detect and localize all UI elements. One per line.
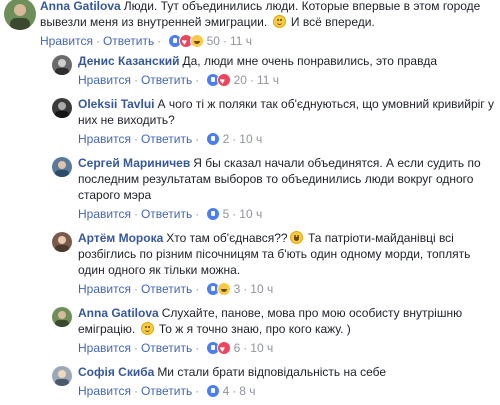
like-reaction-icon	[205, 384, 220, 398]
author-name[interactable]: Сергей Мариничев	[78, 156, 190, 170]
avatar[interactable]	[52, 366, 72, 386]
reply-button[interactable]: Ответить	[103, 34, 154, 48]
comment-body: Anna Gatilova Слухайте, панове, мова про …	[78, 305, 496, 357]
reply-comment: Сергей Мариничев Я бы сказал начали объед…	[52, 155, 496, 223]
smile-emoji-icon	[272, 15, 286, 28]
love-reaction-icon	[216, 341, 231, 357]
reply-button[interactable]: Ответить	[141, 384, 192, 398]
comment: Anna Gatilova Люди. Тут объединились люди…	[4, 0, 496, 50]
reaction-count[interactable]: 2	[223, 132, 230, 146]
comment-body: Anna Gatilova Люди. Тут объединились люди…	[40, 0, 496, 50]
like-button[interactable]: Нравится	[78, 341, 131, 355]
comment-content: Хто там об'єднався??	[166, 231, 288, 245]
like-button[interactable]: Нравится	[78, 207, 131, 221]
like-button[interactable]: Нравится	[40, 34, 93, 48]
comment-content-tail: То ж я точно знаю, про кого кажу. )	[158, 322, 351, 336]
comment-actions: Нравится·Ответить· 50·11 ч	[40, 33, 496, 50]
like-button[interactable]: Нравится	[78, 282, 131, 296]
comment-actions: Нравится · Ответить · 5 · 10 ч	[78, 207, 263, 221]
author-name[interactable]: Anna Gatilova	[40, 0, 121, 13]
like-reaction-icon	[205, 207, 220, 221]
comment-text: Денис Казанский Да, люди мне очень понрав…	[78, 53, 496, 69]
laughing-emoji-icon	[289, 231, 303, 244]
reaction-count[interactable]: 4	[223, 384, 230, 398]
comment-actions: Нравится·Ответить· 20·11 ч	[78, 72, 496, 89]
reactions[interactable]	[205, 384, 220, 398]
timestamp[interactable]: 8 ч	[239, 384, 255, 398]
timestamp[interactable]: 11 ч	[257, 73, 279, 87]
reply-button[interactable]: Ответить	[141, 73, 192, 87]
comment-actions: Нравится·Ответить· 6·10 ч	[78, 340, 496, 357]
like-button[interactable]: Нравится	[78, 384, 131, 398]
comment-text: Софія Скиба Ми стали брати відповідальніс…	[78, 364, 496, 380]
comment-actions: Нравится · Ответить · 2 · 10 ч	[78, 132, 263, 146]
comment-text: Сергей Мариничев Я бы сказал начали объед…	[78, 155, 496, 203]
comment-body: Oleksii Tavlui А чого ті ж поляки так об'…	[78, 96, 496, 147]
reactions[interactable]	[205, 73, 231, 89]
reactions[interactable]	[205, 341, 231, 357]
author-name[interactable]: Денис Казанский	[78, 54, 179, 68]
reply-comment: Денис Казанский Да, люди мне очень понрав…	[52, 53, 496, 89]
author-name[interactable]: Anna Gatilova	[78, 306, 159, 320]
reaction-count[interactable]: 20	[234, 73, 247, 87]
reply-comment: Софія Скиба Ми стали брати відповідальніс…	[52, 364, 496, 402]
avatar[interactable]	[52, 55, 72, 75]
timestamp[interactable]: 10 ч	[239, 207, 262, 221]
like-reaction-icon	[205, 132, 220, 146]
reply-comment: Oleksii Tavlui А чого ті ж поляки так об'…	[52, 96, 496, 148]
comment-body: Денис Казанский Да, люди мне очень понрав…	[78, 53, 496, 89]
reaction-count[interactable]: 50	[207, 34, 220, 48]
avatar[interactable]	[52, 307, 72, 327]
author-name[interactable]: Софія Скиба	[78, 365, 154, 379]
reactions[interactable]	[205, 282, 231, 296]
reaction-count[interactable]: 5	[223, 207, 230, 221]
comment-text: Anna Gatilova Люди. Тут объединились люди…	[40, 0, 496, 30]
comment-text: Anna Gatilova Слухайте, панове, мова про …	[78, 305, 496, 337]
comment-thread: Anna Gatilova Люди. Тут объединились люди…	[0, 0, 500, 405]
reply-comment: Артём Морока Хто там об'єднався?? Та патр…	[52, 230, 496, 298]
reactions[interactable]	[167, 34, 204, 50]
comment-text: Oleksii Tavlui А чого ті ж поляки так об'…	[78, 96, 496, 128]
comment-text: Артём Морока Хто там об'єднався?? Та патр…	[78, 230, 496, 278]
avatar[interactable]	[52, 232, 72, 252]
comment-content-tail: И всё впереди.	[290, 15, 375, 29]
timestamp[interactable]: 10 ч	[239, 132, 262, 146]
haha-reaction-icon	[189, 34, 204, 48]
author-name[interactable]: Артём Морока	[78, 231, 163, 245]
timestamp[interactable]: 11 ч	[230, 34, 252, 48]
reply-button[interactable]: Ответить	[141, 282, 192, 296]
reply-button[interactable]: Ответить	[141, 207, 192, 221]
comment-body: Артём Морока Хто там об'єднався?? Та патр…	[78, 230, 496, 297]
like-button[interactable]: Нравится	[78, 132, 131, 146]
comment-content: Да, люди мне очень понравились, это прав…	[182, 54, 437, 68]
comment-actions: Нравится · Ответить · 3 · 10 ч	[78, 282, 274, 296]
reply-comment: Anna Gatilova Слухайте, панове, мова про …	[52, 305, 496, 357]
timestamp[interactable]: 10 ч	[250, 341, 273, 355]
haha-reaction-icon	[216, 282, 231, 296]
comment-body: Сергей Мариничев Я бы сказал начали объед…	[78, 155, 496, 222]
like-button[interactable]: Нравится	[78, 73, 131, 87]
comment-actions: Нравится · Ответить · 4 · 8 ч	[78, 384, 256, 398]
reaction-count[interactable]: 6	[234, 341, 241, 355]
reply-button[interactable]: Ответить	[141, 341, 192, 355]
reactions[interactable]	[205, 207, 220, 221]
author-name[interactable]: Oleksii Tavlui	[78, 97, 154, 111]
avatar[interactable]	[52, 157, 72, 177]
avatar[interactable]	[4, 0, 36, 30]
comment-content: Ми стали брати відповідальність на себе	[157, 365, 387, 379]
reactions[interactable]	[205, 132, 220, 146]
comment-body: Софія Скиба Ми стали брати відповідальніс…	[78, 364, 496, 399]
reaction-count[interactable]: 3	[234, 282, 241, 296]
smile-emoji-icon	[140, 322, 154, 335]
love-reaction-icon	[216, 73, 231, 89]
avatar[interactable]	[52, 98, 72, 118]
timestamp[interactable]: 10 ч	[250, 282, 273, 296]
reply-button[interactable]: Ответить	[141, 132, 192, 146]
